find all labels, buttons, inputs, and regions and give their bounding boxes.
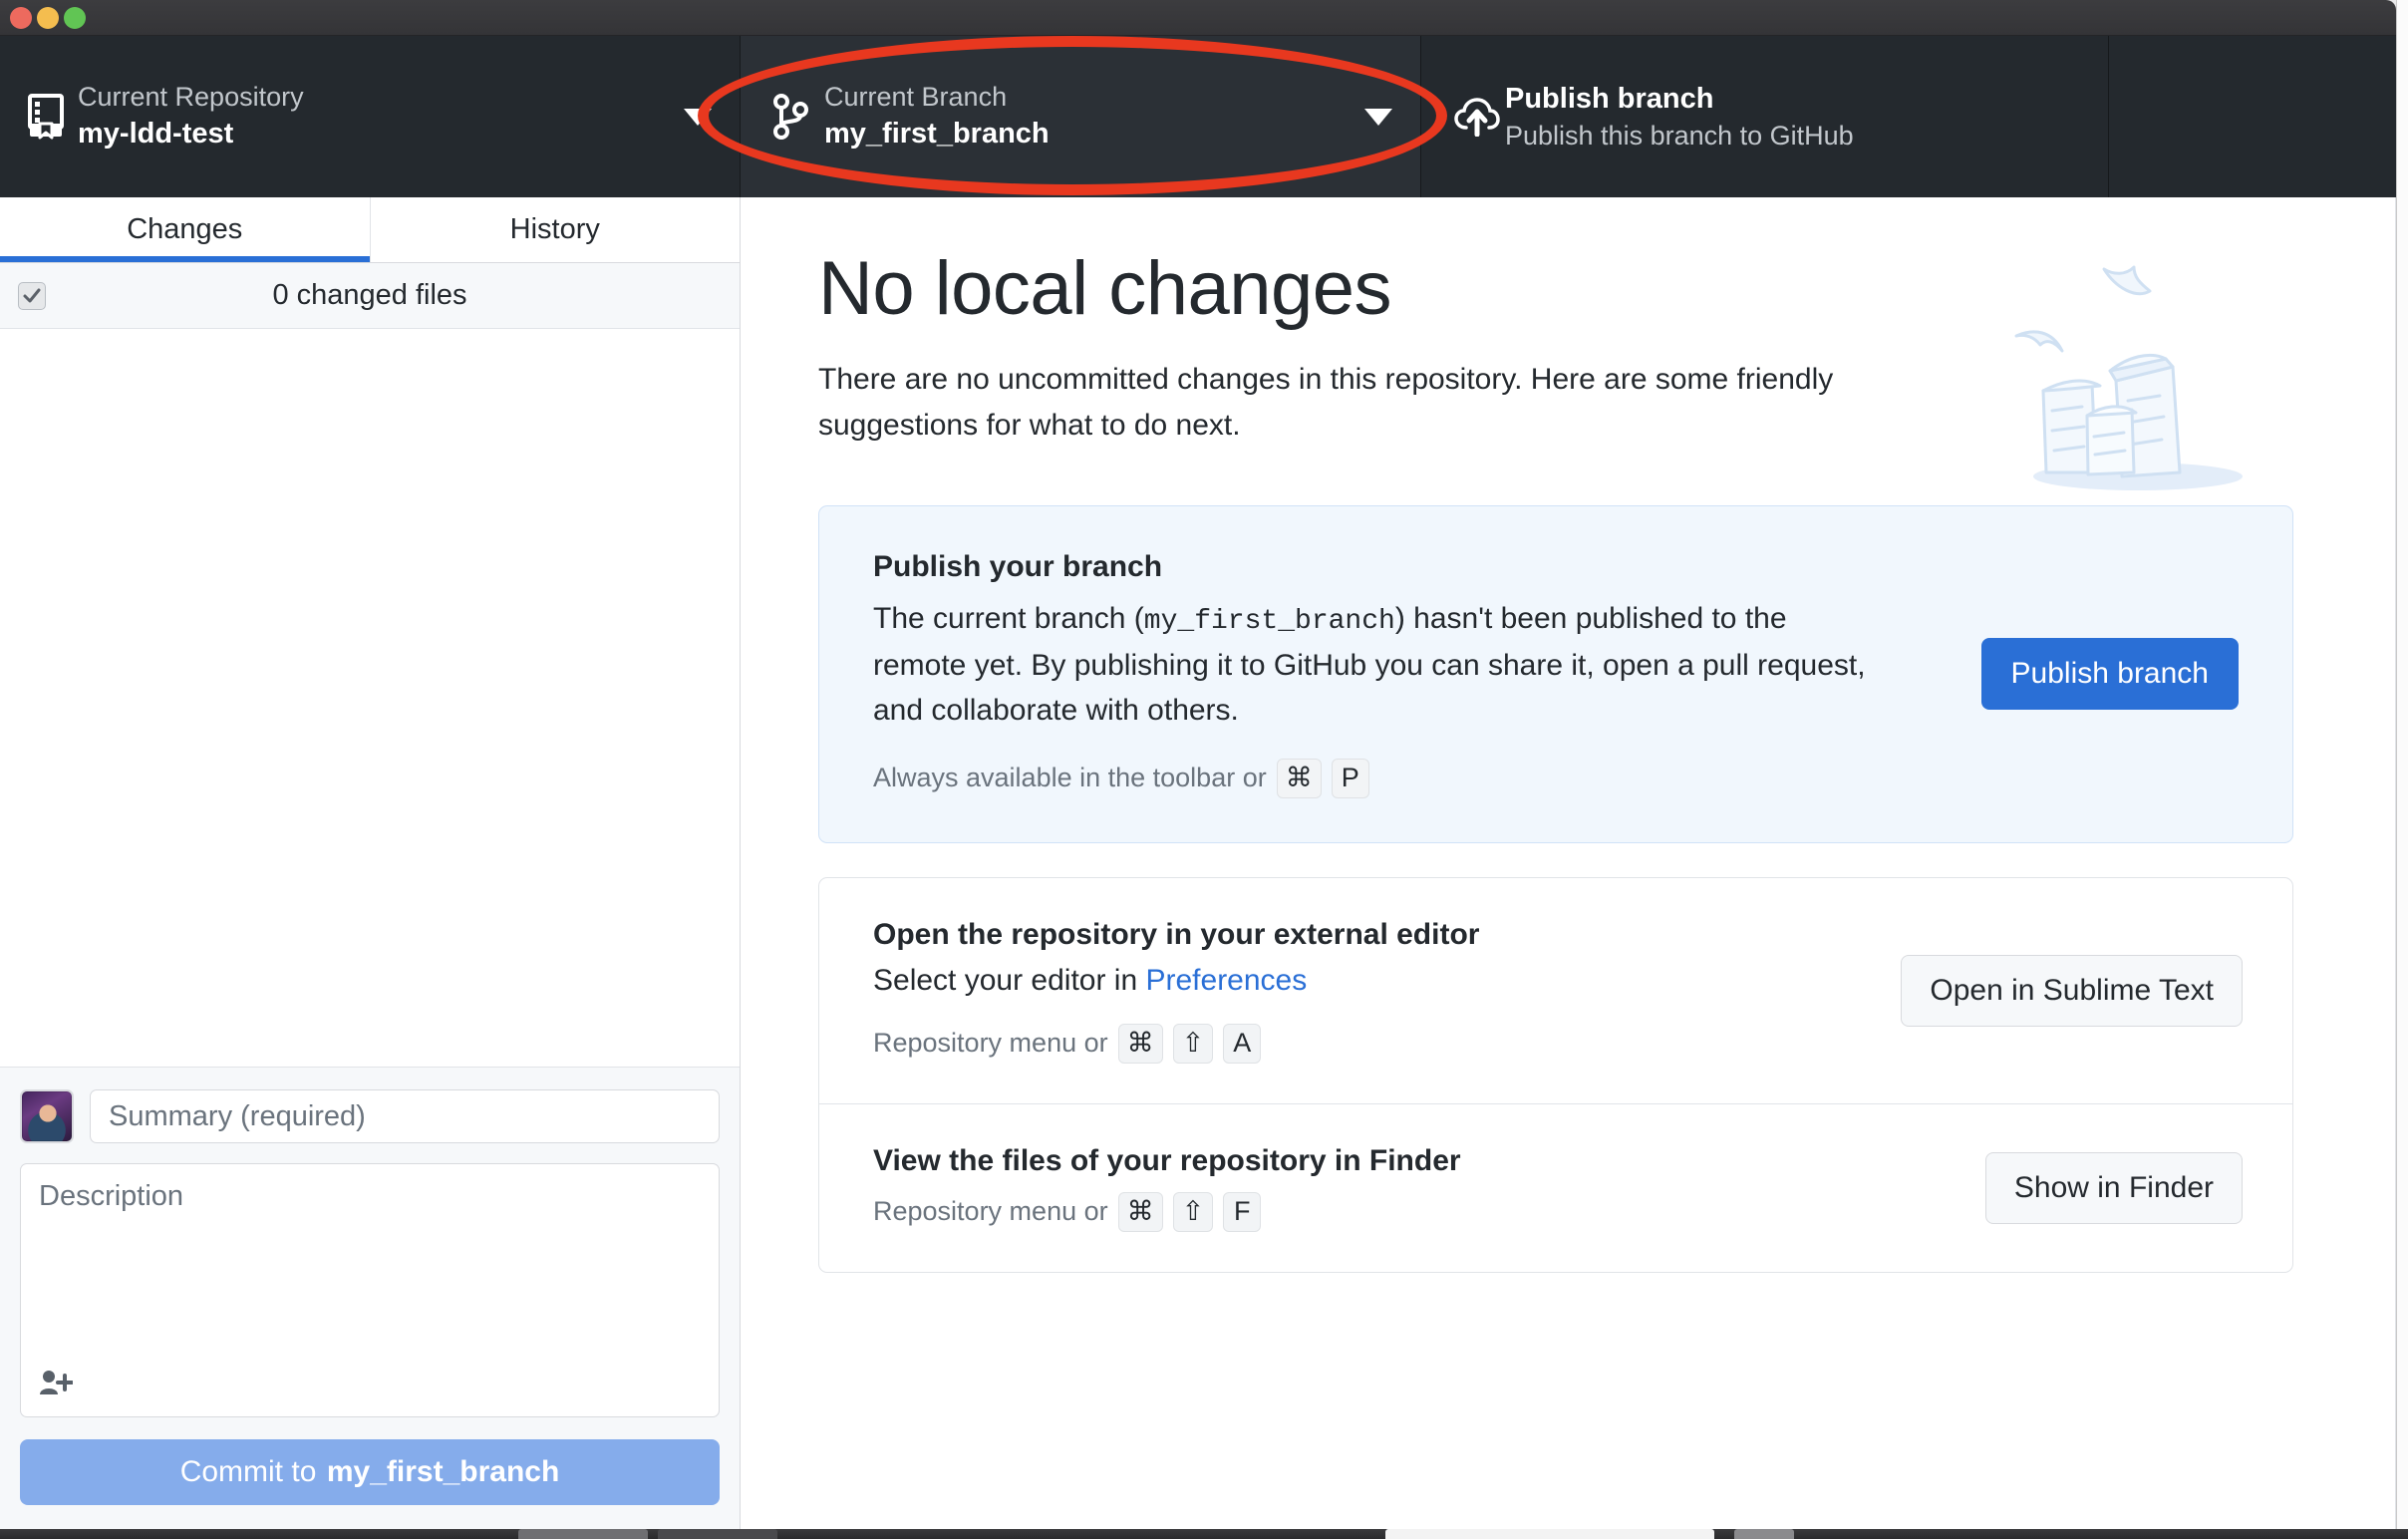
suggestion-open-in-editor-title: Open the repository in your external edi…	[873, 917, 1480, 951]
page-subtitle: There are no uncommitted changes in this…	[818, 362, 1834, 443]
commit-description-input[interactable]: Description	[20, 1163, 720, 1417]
commit-summary-input[interactable]: Summary (required)	[90, 1089, 720, 1143]
current-branch-dropdown[interactable]: Current Branch my_first_branch	[741, 36, 1421, 197]
commit-button-prefix: Commit to	[179, 1455, 317, 1488]
current-repository-value: my-ldd-test	[78, 117, 234, 150]
publish-hint-prefix: Always available in the toolbar or	[873, 763, 1267, 793]
publish-branch-card: Publish your branch The current branch (…	[818, 504, 2293, 843]
chevron-down-icon	[684, 108, 712, 126]
page-title: No local changes	[818, 246, 1392, 331]
shift-key-icon: ⇧	[1172, 1023, 1214, 1064]
changed-files-header: 0 changed files	[0, 263, 740, 329]
github-desktop-window: Current Repository my-ldd-test Current B…	[0, 0, 2396, 1529]
commit-area: Summary (required) Description Commit to…	[0, 1068, 740, 1529]
command-key-icon: ⌘	[1117, 1191, 1163, 1232]
publish-card-text-before: The current branch (	[873, 601, 1144, 635]
changed-files-list[interactable]	[0, 329, 740, 1068]
close-window-button[interactable]	[10, 7, 32, 29]
tab-changes[interactable]: Changes	[0, 197, 371, 262]
f-key-icon: F	[1223, 1191, 1262, 1232]
publish-branch-subtitle: Publish this branch to GitHub	[1505, 121, 1854, 152]
command-key-icon: ⌘	[1117, 1023, 1163, 1064]
add-coauthor-icon[interactable]	[39, 1370, 74, 1402]
editor-text-before: Select your editor in	[873, 963, 1146, 997]
avatar	[20, 1089, 74, 1143]
branch-icon	[772, 94, 824, 140]
suggestion-show-in-finder: View the files of your repository in Fin…	[819, 1104, 2292, 1272]
current-branch-label: Current Branch	[824, 81, 1008, 112]
app-body: Changes History 0 changed files Summary …	[0, 197, 2396, 1529]
suggestion-open-in-editor-text: Select your editor in Preferences	[873, 964, 1867, 998]
suggestion-open-in-editor-body: Open the repository in your external edi…	[873, 918, 1867, 1064]
editor-hint-prefix: Repository menu or	[873, 1028, 1108, 1059]
open-in-sublime-text-button[interactable]: Open in Sublime Text	[1901, 954, 2243, 1027]
a-key-icon: A	[1223, 1023, 1262, 1064]
publish-branch-card-hint: Always available in the toolbar or ⌘ P	[873, 758, 1948, 798]
current-branch-value: my_first_branch	[824, 117, 1050, 150]
app-toolbar: Current Repository my-ldd-test Current B…	[0, 36, 2396, 197]
minimize-window-button[interactable]	[37, 7, 59, 29]
tab-history-label: History	[509, 213, 600, 245]
suggestion-show-in-finder-title: View the files of your repository in Fin…	[873, 1143, 1461, 1177]
select-all-checkbox[interactable]	[18, 281, 46, 310]
window-titlebar	[0, 0, 2396, 36]
p-key-icon: P	[1331, 758, 1369, 798]
cloud-upload-icon	[1453, 97, 1505, 137]
preferences-link[interactable]: Preferences	[1145, 964, 1307, 997]
repository-icon	[26, 94, 78, 140]
publish-card-branch-name: my_first_branch	[1143, 605, 1395, 637]
commit-description-placeholder: Description	[39, 1180, 184, 1212]
commit-button-branch: my_first_branch	[326, 1455, 560, 1488]
screen: Current Repository my-ldd-test Current B…	[0, 0, 2408, 1539]
chevron-down-icon	[1364, 108, 1392, 126]
dock-item[interactable]	[1734, 1529, 1794, 1539]
suggestion-open-in-editor: Open the repository in your external edi…	[819, 878, 2292, 1104]
no-changes-panel: No local changes There are no uncommitte…	[818, 249, 2293, 1273]
dock-item[interactable]	[658, 1529, 777, 1539]
tab-changes-label: Changes	[127, 213, 243, 245]
background-window	[2396, 0, 2408, 1539]
main-content: No local changes There are no uncommitte…	[741, 197, 2396, 1529]
suggestion-open-in-editor-hint: Repository menu or ⌘ ⇧ A	[873, 1023, 1867, 1064]
dock-item[interactable]	[1385, 1529, 1714, 1539]
commit-summary-row: Summary (required)	[20, 1089, 720, 1143]
publish-branch-card-text: The current branch (my_first_branch) has…	[873, 596, 1870, 733]
publish-branch-card-action: Publish branch	[1980, 638, 2239, 711]
commit-summary-placeholder: Summary (required)	[109, 1099, 366, 1132]
tab-history[interactable]: History	[370, 197, 740, 262]
suggestions-panel: Open the repository in your external edi…	[818, 876, 2293, 1273]
publish-branch-card-title: Publish your branch	[873, 549, 1163, 583]
commit-button[interactable]: Commit to my_first_branch	[20, 1439, 720, 1505]
finder-hint-prefix: Repository menu or	[873, 1196, 1108, 1227]
sidebar-tabs: Changes History	[0, 197, 740, 263]
sidebar: Changes History 0 changed files Summary …	[0, 197, 741, 1529]
suggestion-show-in-finder-action: Show in Finder	[1984, 1151, 2243, 1224]
content-scroll-edge	[2395, 197, 2396, 1529]
suggestion-open-in-editor-action: Open in Sublime Text	[1901, 954, 2243, 1027]
suggestion-show-in-finder-body: View the files of your repository in Fin…	[873, 1144, 1952, 1232]
command-key-icon: ⌘	[1276, 758, 1322, 798]
current-repository-dropdown[interactable]: Current Repository my-ldd-test	[0, 36, 741, 197]
changed-files-count: 0 changed files	[272, 279, 467, 311]
publish-branch-toolbar-button[interactable]: Publish branch Publish this branch to Gi…	[1421, 36, 2109, 197]
dock-item[interactable]	[518, 1529, 648, 1539]
shift-key-icon: ⇧	[1172, 1191, 1214, 1232]
macos-dock	[0, 1529, 2408, 1539]
show-in-finder-button[interactable]: Show in Finder	[1984, 1151, 2243, 1224]
maximize-window-button[interactable]	[64, 7, 86, 29]
suggestion-show-in-finder-hint: Repository menu or ⌘ ⇧ F	[873, 1191, 1952, 1232]
publish-branch-card-body: Publish your branch The current branch (…	[873, 550, 1948, 798]
current-repository-label: Current Repository	[78, 81, 304, 112]
publish-branch-button[interactable]: Publish branch	[1980, 638, 2239, 711]
publish-branch-title: Publish branch	[1505, 82, 1714, 115]
